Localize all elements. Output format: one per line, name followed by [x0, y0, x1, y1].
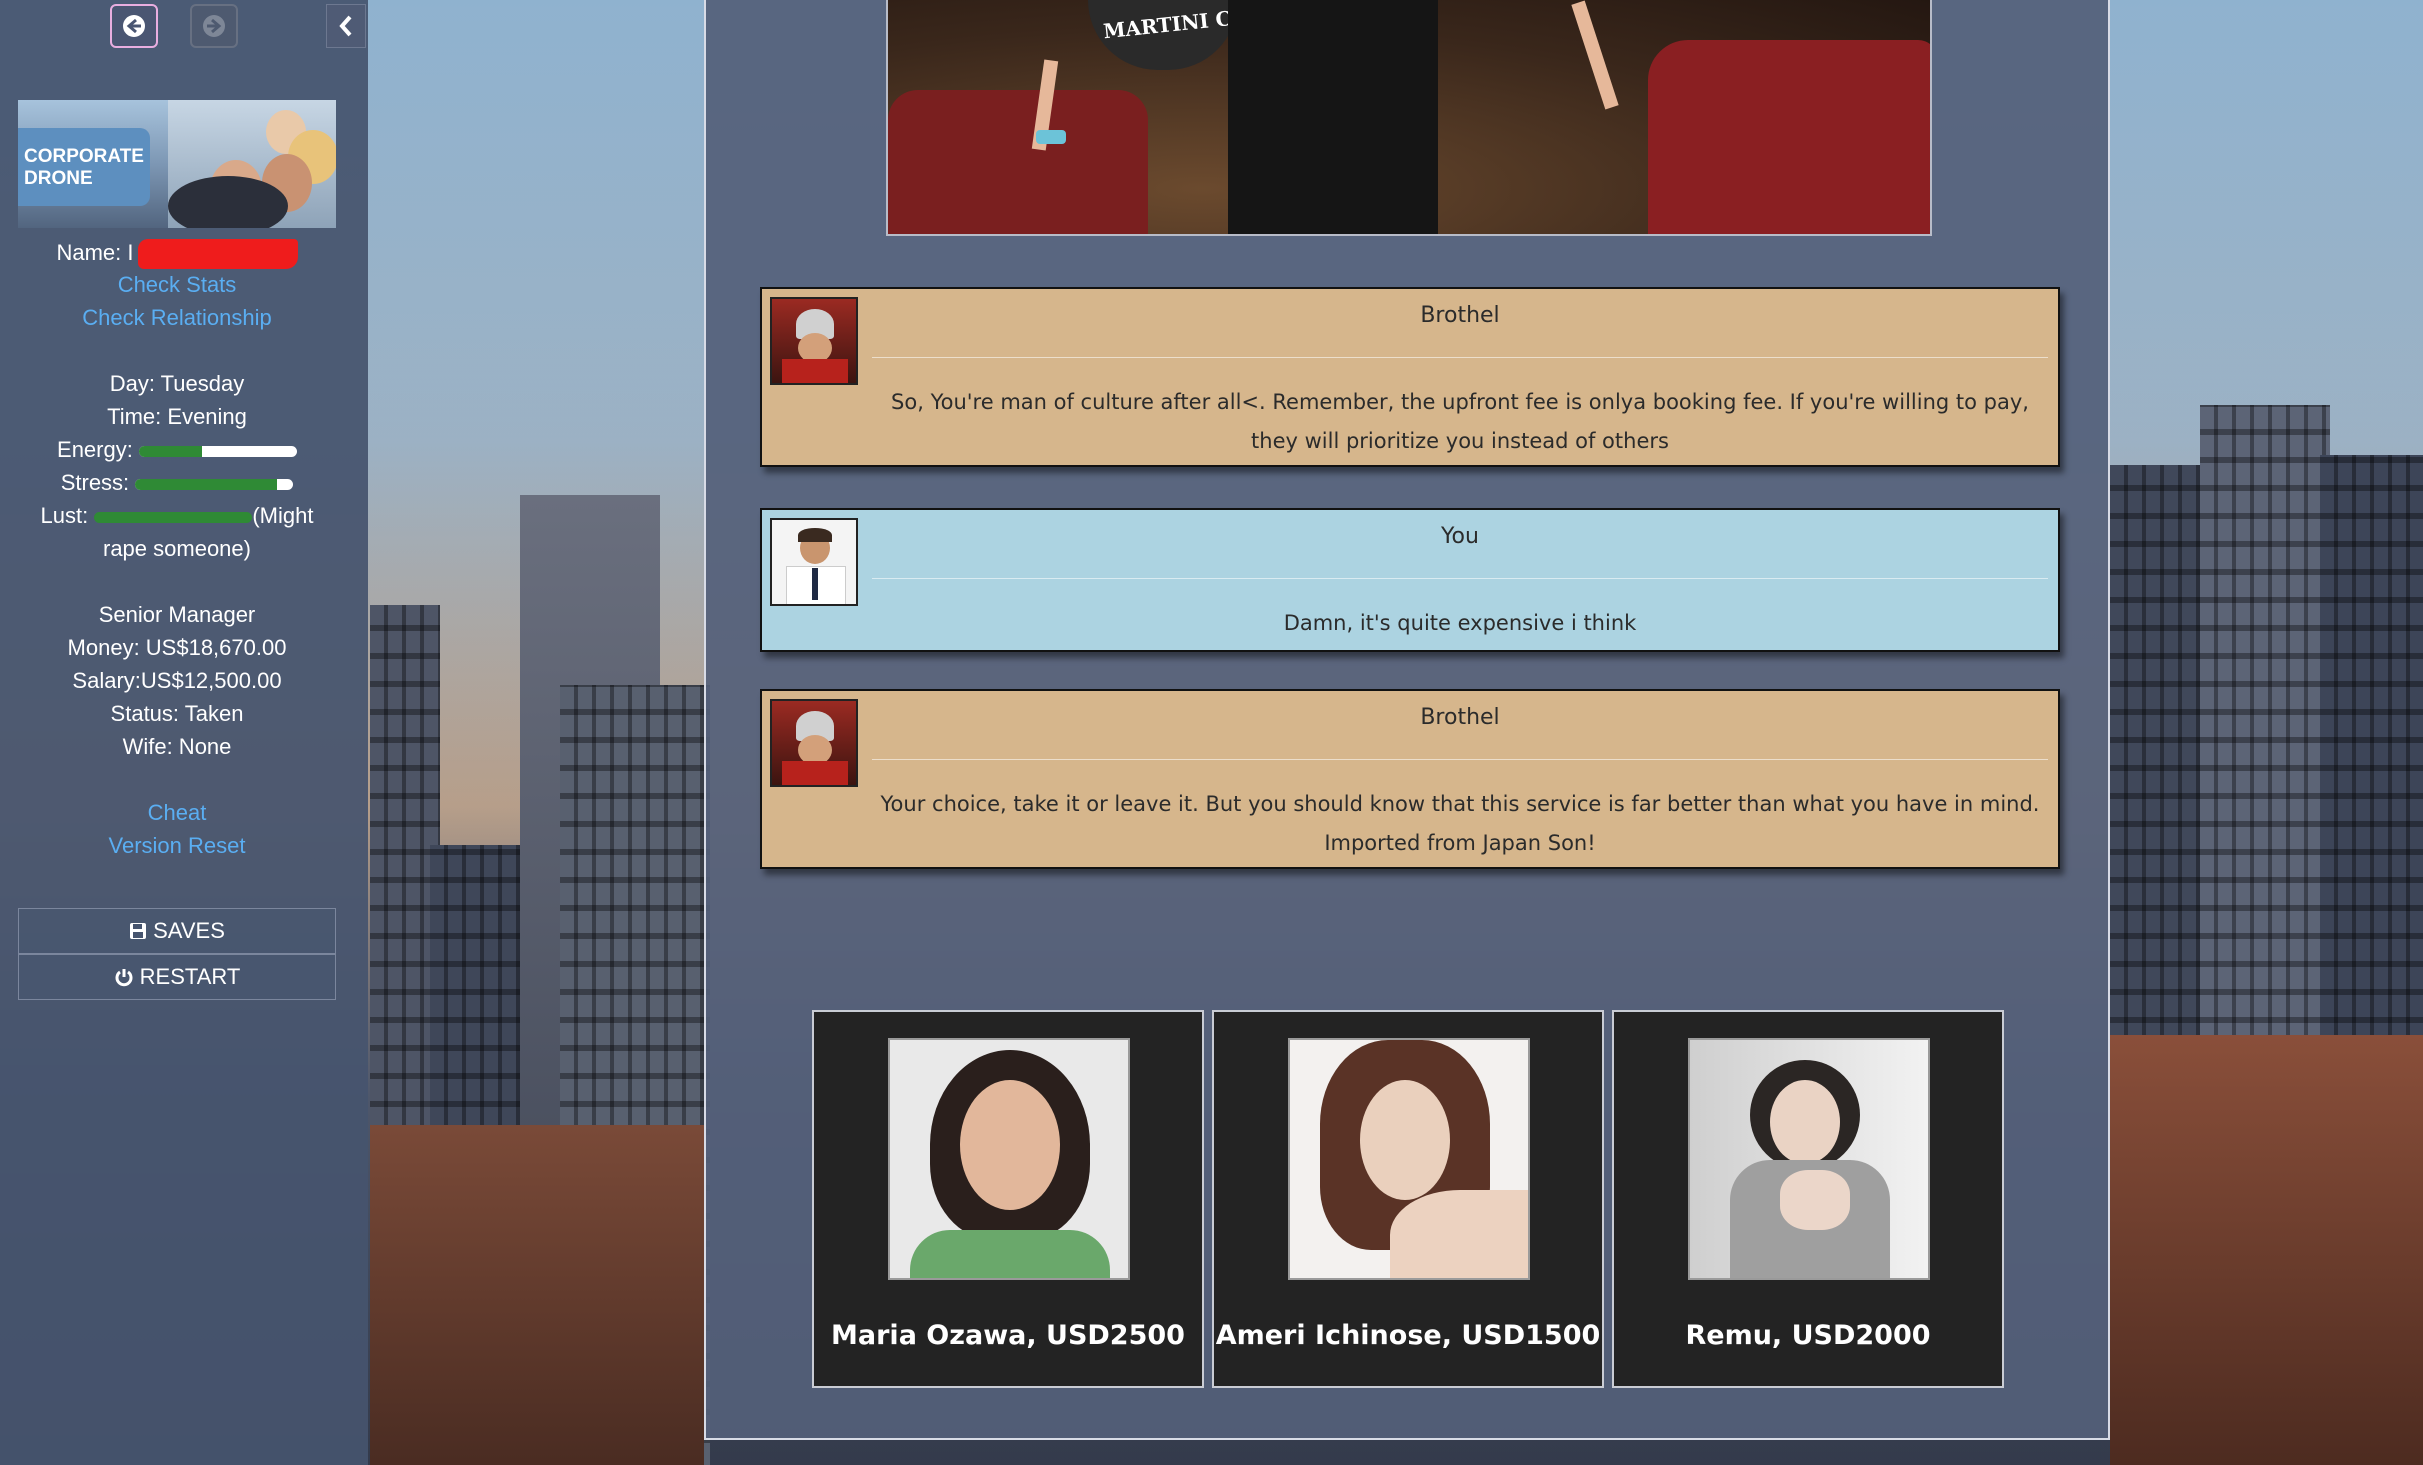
choice-label: Maria Ozawa, USD2500 [831, 1320, 1185, 1351]
stress-row: Stress: [0, 468, 354, 498]
arrow-left-icon [123, 15, 145, 37]
portrait-image [888, 1038, 1130, 1280]
dialogue-divider [872, 578, 2048, 579]
saves-label: SAVES [153, 918, 225, 943]
speaker-name: You [1441, 524, 1479, 549]
name-row: Name: I [0, 238, 354, 270]
redacted-name [137, 239, 298, 270]
money-text: Money: US$18,670.00 [67, 635, 287, 660]
story-banner: CORPORATE DRONE [18, 100, 336, 228]
version-reset-link[interactable]: Version Reset [0, 831, 354, 861]
name-value: I [127, 240, 134, 265]
energy-row: Energy: [0, 435, 354, 465]
check-stats-link[interactable]: Check Stats [0, 270, 354, 300]
power-icon [115, 969, 133, 987]
choice-card-ameri-ichinose[interactable]: Ameri Ichinose, USD1500 [1212, 1010, 1604, 1388]
dialogue-divider [872, 759, 2048, 760]
job-title: Senior Manager [98, 602, 256, 627]
brothel-avatar [770, 699, 858, 787]
story-sidebar: CORPORATE DRONE Name: I Check Stats Chec… [0, 0, 368, 1465]
dialogue-box-brothel: Brothel Your choice, take it or leave it… [760, 689, 2060, 869]
dialogue-text: Your choice, take it or leave it. But yo… [880, 792, 2040, 855]
dialogue-divider [872, 357, 2048, 358]
choice-label: Remu, USD2000 [1685, 1320, 1931, 1351]
check-relationship-link[interactable]: Check Relationship [0, 303, 354, 333]
day-text: Day: Tuesday [109, 371, 245, 396]
dialogue-box-you: You Damn, it's quite expensive i think [760, 508, 2060, 652]
dialogue-text: Damn, it's quite expensive i think [1283, 611, 1637, 635]
choice-card-maria-ozawa[interactable]: Maria Ozawa, USD2500 [812, 1010, 1204, 1388]
lust-row: Lust: (Might [0, 501, 354, 531]
status-text: Status: Taken [110, 701, 244, 726]
choice-label: Ameri Ichinose, USD1500 [1215, 1320, 1601, 1351]
cheat-link[interactable]: Cheat [0, 798, 354, 828]
lust-bar [94, 511, 253, 523]
stress-label: Stress: [60, 470, 130, 495]
energy-bar-fill [138, 445, 203, 457]
brothel-scene-image: MARTINI CL [886, 0, 1932, 236]
lust-label: Lust: [40, 503, 89, 528]
lust-note-line2: rape someone) [103, 536, 251, 561]
restart-label: RESTART [139, 964, 241, 989]
chevron-left-icon [339, 15, 352, 37]
choice-card-remu[interactable]: Remu, USD2000 [1612, 1010, 2004, 1388]
player-avatar [770, 518, 858, 606]
floppy-disk-icon [130, 923, 147, 939]
time-text: Time: Evening [107, 404, 247, 429]
dialogue-box-brothel: Brothel So, You're man of culture after … [760, 287, 2060, 467]
energy-label: Energy: [57, 437, 133, 462]
portrait-image [1688, 1038, 1930, 1280]
lust-bar-fill [94, 511, 253, 523]
energy-bar [138, 445, 297, 457]
lust-note: (Might [252, 503, 314, 528]
speaker-name: Brothel [1420, 705, 1500, 730]
name-label: Name: [56, 240, 122, 265]
stress-bar [135, 478, 294, 490]
sidebar-collapse-button[interactable] [326, 4, 366, 48]
speaker-name: Brothel [1420, 303, 1500, 328]
portrait-image [1288, 1038, 1530, 1280]
stress-bar-fill [135, 478, 278, 490]
arrow-right-icon [203, 15, 225, 37]
history-forward-button[interactable] [190, 4, 238, 48]
dialogue-text: So, You're man of culture after all<. Re… [891, 390, 2029, 453]
history-back-button[interactable] [110, 4, 158, 48]
banner-title: CORPORATE DRONE [18, 128, 150, 206]
wife-text: Wife: None [122, 734, 232, 759]
story-passage: MARTINI CL Brothel So, You're man of cul… [704, 0, 2110, 1440]
restart-button[interactable]: RESTART [18, 954, 336, 1000]
salary-text: Salary:US$12,500.00 [72, 668, 282, 693]
saves-button[interactable]: SAVES [18, 908, 336, 954]
brothel-avatar [770, 297, 858, 385]
